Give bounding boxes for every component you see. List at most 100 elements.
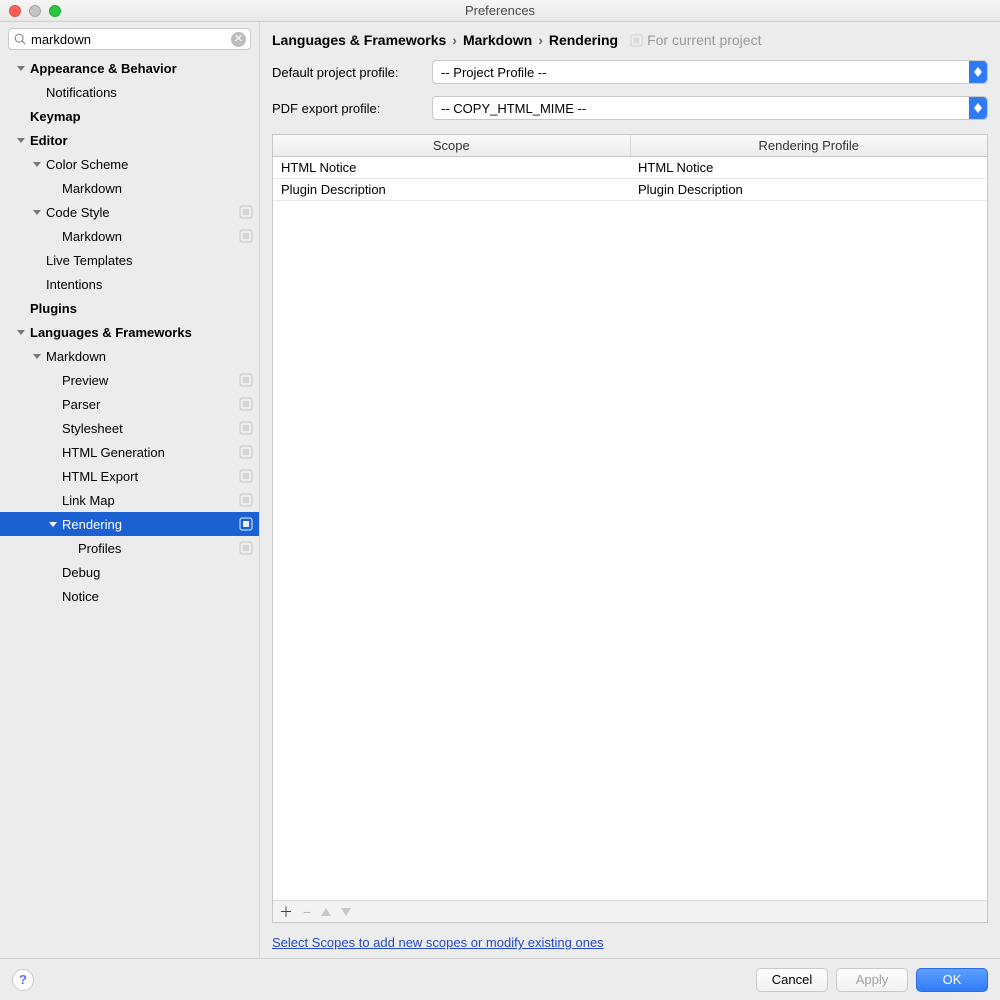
tree-item-label: Plugins [30,301,253,316]
tree-stylesheet[interactable]: Stylesheet [0,416,259,440]
tree-item-label: Intentions [46,277,253,292]
td-profile: Plugin Description [630,179,987,200]
tree-parser[interactable]: Parser [0,392,259,416]
tree-notifications[interactable]: Notifications [0,80,259,104]
tree-item-label: Rendering [62,517,239,532]
disclosure-triangle-icon [16,303,26,313]
tree-item-label: Color Scheme [46,157,253,172]
window-title: Preferences [0,3,1000,18]
disclosure-triangle-icon [32,207,42,217]
crumb-2[interactable]: Rendering [549,32,618,48]
disclosure-triangle-icon [32,159,42,169]
cancel-button[interactable]: Cancel [756,968,828,992]
scope-table: Scope Rendering Profile HTML NoticeHTML … [272,134,988,923]
search-input[interactable] [29,32,231,47]
disclosure-triangle-icon [16,111,26,121]
table-row[interactable]: Plugin DescriptionPlugin Description [273,179,987,201]
tree-html-export[interactable]: HTML Export [0,464,259,488]
tree-live-templates[interactable]: Live Templates [0,248,259,272]
tree-code-style-markdown[interactable]: Markdown [0,224,259,248]
disclosure-triangle-icon [48,471,58,481]
default-profile-combo[interactable]: -- Project Profile -- [432,60,988,84]
breadcrumb-sep: › [538,32,543,48]
tree-item-label: Preview [62,373,239,388]
tree-intentions[interactable]: Intentions [0,272,259,296]
settings-tree: Appearance & Behavior Notifications Keymap… [0,54,259,958]
tree-plugins[interactable]: Plugins [0,296,259,320]
tree-item-label: Notifications [46,85,253,100]
tree-debug[interactable]: Debug [0,560,259,584]
project-scope-icon [630,34,643,47]
disclosure-triangle-icon [32,255,42,265]
disclosure-triangle-icon [48,495,58,505]
remove-row-button[interactable]: − [303,905,311,919]
disclosure-triangle-icon [48,519,58,529]
add-row-button[interactable]: ＋ [279,905,293,919]
tree-item-label: Debug [62,565,253,580]
tree-item-label: Parser [62,397,239,412]
crumb-1[interactable]: Markdown [463,32,532,48]
tree-color-scheme[interactable]: Color Scheme [0,152,259,176]
disclosure-triangle-icon [64,543,74,553]
tree-item-label: Markdown [62,229,239,244]
pdf-profile-combo[interactable]: -- COPY_HTML_MIME -- [432,96,988,120]
sidebar: ✕ Appearance & Behavior Notifications Keym… [0,22,260,958]
project-scope-icon [239,517,253,531]
move-down-button[interactable] [341,908,351,916]
tree-markdown[interactable]: Markdown [0,344,259,368]
default-profile-label: Default project profile: [272,65,422,80]
tree-html-generation[interactable]: HTML Generation [0,440,259,464]
clear-search-icon[interactable]: ✕ [231,32,246,47]
tree-keymap[interactable]: Keymap [0,104,259,128]
table-row[interactable]: HTML NoticeHTML Notice [273,157,987,179]
td-scope: HTML Notice [273,157,630,178]
tree-item-label: Keymap [30,109,253,124]
disclosure-triangle-icon [16,63,26,73]
breadcrumb-sep: › [452,32,457,48]
th-profile[interactable]: Rendering Profile [631,135,988,156]
disclosure-triangle-icon [48,399,58,409]
project-scope-icon [239,469,253,483]
tree-item-label: Link Map [62,493,239,508]
select-scopes-link[interactable]: Select Scopes to add new scopes or modif… [272,935,604,950]
project-scope-icon [239,541,253,555]
search-field[interactable]: ✕ [8,28,251,50]
tree-preview[interactable]: Preview [0,368,259,392]
help-button[interactable]: ? [12,969,34,991]
main-panel: Languages & Frameworks › Markdown › Rend… [260,22,1000,958]
tree-link-map[interactable]: Link Map [0,488,259,512]
disclosure-triangle-icon [16,135,26,145]
tree-notice[interactable]: Notice [0,584,259,608]
tree-profiles[interactable]: Profiles [0,536,259,560]
apply-button[interactable]: Apply [836,968,908,992]
combo-arrows-icon [969,97,987,119]
crumb-0[interactable]: Languages & Frameworks [272,32,446,48]
breadcrumb: Languages & Frameworks › Markdown › Rend… [260,22,1000,54]
tree-item-label: Markdown [46,349,253,364]
tree-color-scheme-markdown[interactable]: Markdown [0,176,259,200]
td-scope: Plugin Description [273,179,630,200]
default-profile-value: -- Project Profile -- [441,65,546,80]
pdf-profile-label: PDF export profile: [272,101,422,116]
disclosure-triangle-icon [48,183,58,193]
tree-item-label: HTML Export [62,469,239,484]
table-toolbar: ＋ − [273,900,987,922]
tree-code-style[interactable]: Code Style [0,200,259,224]
ok-button[interactable]: OK [916,968,988,992]
th-scope[interactable]: Scope [273,135,631,156]
tree-appearance-behavior[interactable]: Appearance & Behavior [0,56,259,80]
tree-editor[interactable]: Editor [0,128,259,152]
disclosure-triangle-icon [48,375,58,385]
tree-item-label: Profiles [78,541,239,556]
tree-item-label: Editor [30,133,253,148]
search-icon [13,32,27,46]
disclosure-triangle-icon [32,279,42,289]
tree-languages-frameworks[interactable]: Languages & Frameworks [0,320,259,344]
project-scope-icon [239,445,253,459]
disclosure-triangle-icon [48,567,58,577]
move-up-button[interactable] [321,908,331,916]
tree-item-label: Stylesheet [62,421,239,436]
tree-item-label: Notice [62,589,253,604]
tree-rendering[interactable]: Rendering [0,512,259,536]
project-scope-icon [239,493,253,507]
